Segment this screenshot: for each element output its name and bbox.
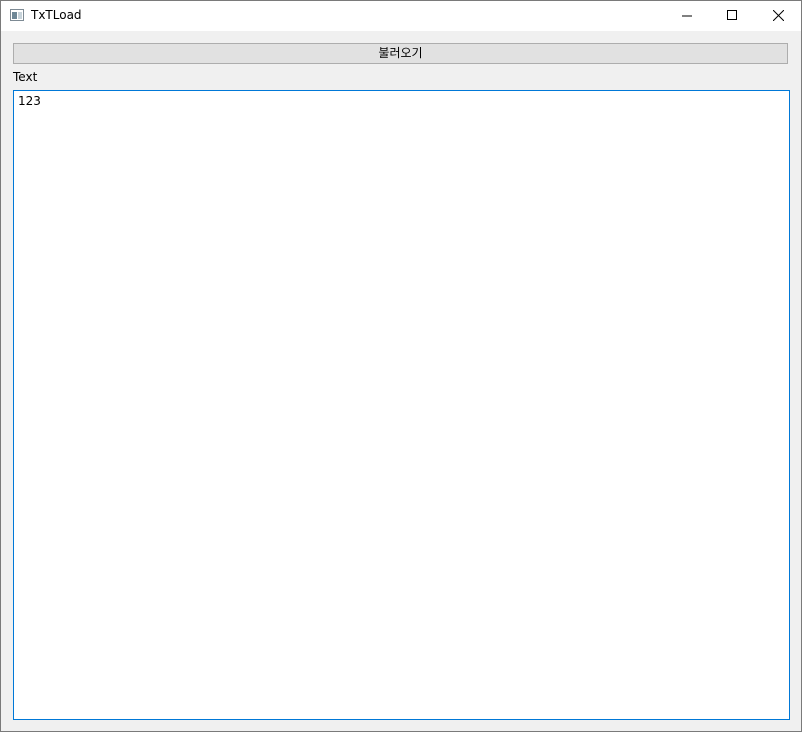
text-label: Text [13,70,38,84]
maximize-icon [727,10,737,20]
app-window: TxTLoad 불러오기 Text 123 [0,0,802,732]
close-button[interactable] [756,1,801,31]
text-content-area[interactable]: 123 [13,90,790,720]
window-title: TxTLoad [31,8,82,22]
app-window-icon[interactable] [10,9,24,21]
load-button[interactable]: 불러오기 [13,43,788,64]
title-bar[interactable]: TxTLoad [1,1,801,31]
minimize-button[interactable] [665,1,710,31]
maximize-button[interactable] [710,1,755,31]
minimize-icon [682,15,692,17]
close-icon [773,10,784,21]
